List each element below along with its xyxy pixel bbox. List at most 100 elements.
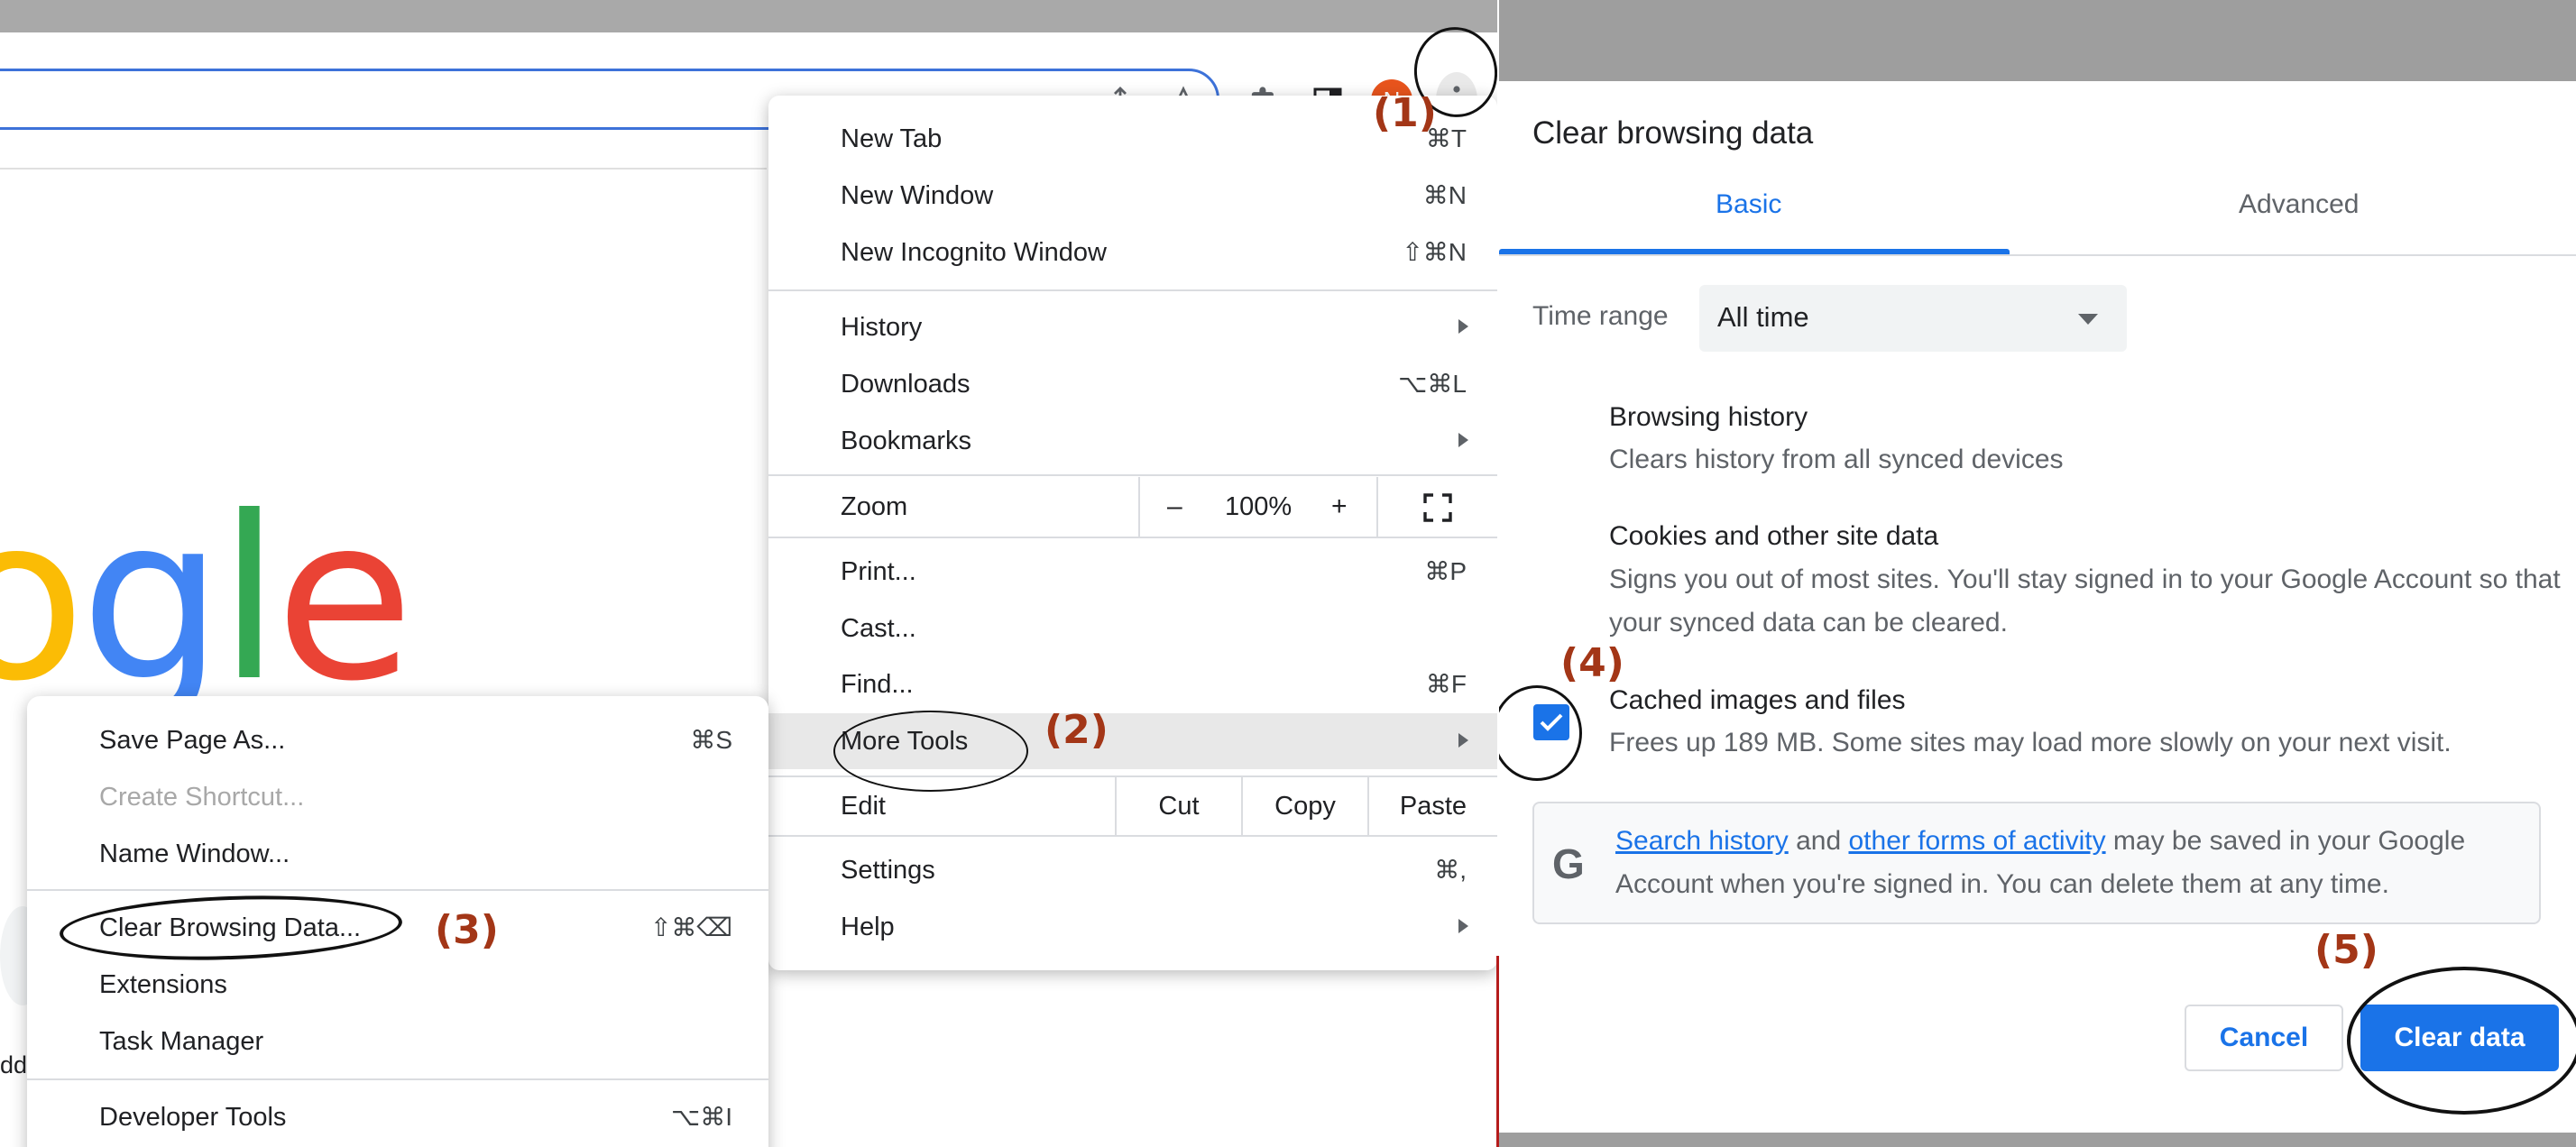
menu-item-label: Print... <box>841 557 916 586</box>
menu-item-label: Help <box>841 913 895 941</box>
submenu-arrow-icon <box>1458 433 1468 447</box>
submenu-item-create-shortcut: Create Shortcut... <box>27 769 768 825</box>
annotation-circle-step2 <box>833 711 1028 792</box>
tab-advanced[interactable]: Advanced <box>2239 189 2359 220</box>
toolbar-divider <box>0 168 767 170</box>
menu-item-shortcut: ⌘F <box>1425 670 1467 698</box>
shortcut-label: dd <box>0 1051 28 1078</box>
menu-separator <box>768 289 1497 291</box>
info-text-part: and <box>1788 826 1849 856</box>
menu-item-cast[interactable]: Cast... <box>768 601 1497 656</box>
submenu-item-extensions[interactable]: Extensions <box>27 957 768 1013</box>
option-browsing-history-desc: Clears history from all synced devices <box>1609 445 2064 474</box>
edit-paste-button[interactable]: Paste <box>1367 777 1497 835</box>
menu-item-shortcut: ⌘, <box>1434 856 1467 884</box>
menu-item-shortcut: ⌥⌘I <box>670 1103 732 1131</box>
search-history-link[interactable]: Search history <box>1615 826 1789 856</box>
dialog-title: Clear browsing data <box>1532 115 1814 151</box>
fullscreen-button[interactable] <box>1376 477 1497 537</box>
logo-letter: o <box>0 468 86 730</box>
other-activity-link[interactable]: other forms of activity <box>1848 826 2105 856</box>
option-cached-desc: Frees up 189 MB. Some sites may load mor… <box>1609 728 2452 757</box>
menu-item-label: Cast... <box>841 614 916 643</box>
annotation-step4: (4) <box>1560 640 1624 686</box>
zoom-out-button[interactable]: – <box>1167 477 1182 537</box>
edit-copy-button[interactable]: Copy <box>1241 777 1367 835</box>
menu-item-new-incognito[interactable]: New Incognito Window ⇧⌘N <box>768 225 1497 280</box>
time-range-value: All time <box>1717 301 1809 333</box>
menu-item-label: Find... <box>841 670 914 699</box>
menu-item-label: Downloads <box>841 370 971 399</box>
menu-item-label: Create Shortcut... <box>99 783 305 812</box>
menu-item-help[interactable]: Help <box>768 899 1497 955</box>
menu-item-history[interactable]: History <box>768 299 1497 355</box>
zoom-controls: – 100% + <box>1138 477 1376 537</box>
submenu-item-name-window[interactable]: Name Window... <box>27 826 768 882</box>
menu-item-label: Bookmarks <box>841 427 972 455</box>
menu-item-label: Extensions <box>99 970 227 999</box>
menu-item-label: Task Manager <box>99 1027 264 1056</box>
menu-separator <box>768 835 1497 837</box>
tab-divider <box>1499 254 2576 256</box>
option-cookies-desc: Signs you out of most sites. You'll stay… <box>1609 564 2561 638</box>
menu-item-label: Zoom <box>841 492 908 521</box>
menu-item-label: Name Window... <box>99 840 290 868</box>
chevron-down-icon <box>2078 314 2098 325</box>
menu-item-label: Developer Tools <box>99 1103 287 1132</box>
zoom-in-button[interactable]: + <box>1331 477 1348 537</box>
menu-separator <box>27 1078 768 1080</box>
menu-item-shortcut: ⇧⌘⌫ <box>649 913 732 941</box>
menu-item-label: Edit <box>841 792 886 821</box>
activity-info-text: Search history and other forms of activi… <box>1615 820 2526 906</box>
edit-cut-button[interactable]: Cut <box>1115 777 1241 835</box>
submenu-item-developer-tools[interactable]: Developer Tools ⌥⌘I <box>27 1089 768 1145</box>
annotation-circle-step5 <box>2347 967 2576 1115</box>
tab-basic[interactable]: Basic <box>1716 189 1781 220</box>
menu-item-shortcut: ⌥⌘L <box>1398 370 1467 398</box>
menu-item-label: History <box>841 313 923 342</box>
menu-item-label: New Window <box>841 181 994 210</box>
menu-item-new-window[interactable]: New Window ⌘N <box>768 168 1497 224</box>
menu-item-shortcut: ⌘N <box>1422 181 1467 209</box>
fullscreen-icon <box>1423 493 1452 522</box>
annotation-step1: (1) <box>1373 90 1437 136</box>
menu-item-shortcut: ⇧⌘N <box>1402 238 1467 266</box>
menu-item-label: New Tab <box>841 124 943 153</box>
annotation-step3: (3) <box>435 907 499 953</box>
google-logo: ogle <box>0 468 414 730</box>
submenu-item-save-page[interactable]: Save Page As... ⌘S <box>27 712 768 768</box>
menu-item-shortcut: ⌘P <box>1424 557 1467 585</box>
option-cookies-title: Cookies and other site data <box>1609 521 1939 551</box>
annotation-circle-step4 <box>1499 685 1582 781</box>
annotation-step2: (2) <box>1044 707 1109 753</box>
menu-item-shortcut: ⌘S <box>690 726 732 754</box>
google-g-icon: G <box>1552 840 1585 887</box>
menu-item-print[interactable]: Print... ⌘P <box>768 544 1497 600</box>
menu-item-zoom: Zoom – 100% + <box>768 477 1497 537</box>
overlay-bottom <box>1499 1133 2576 1147</box>
menu-item-label: New Incognito Window <box>841 238 1107 267</box>
submenu-arrow-icon <box>1458 319 1468 334</box>
menu-separator <box>27 889 768 891</box>
menu-item-bookmarks[interactable]: Bookmarks <box>768 413 1497 469</box>
cancel-button[interactable]: Cancel <box>2185 1005 2343 1071</box>
menu-item-settings[interactable]: Settings ⌘, <box>768 842 1497 898</box>
time-range-label: Time range <box>1532 301 1669 331</box>
overlay-top <box>1499 0 2576 81</box>
chrome-main-menu: New Tab ⌘T New Window ⌘N New Incognito Win… <box>768 96 1497 970</box>
menu-separator <box>768 537 1497 538</box>
menu-item-label: Save Page As... <box>99 726 286 755</box>
submenu-item-task-manager[interactable]: Task Manager <box>27 1014 768 1069</box>
menu-item-downloads[interactable]: Downloads ⌥⌘L <box>768 356 1497 412</box>
submenu-arrow-icon <box>1458 919 1468 933</box>
logo-letter: g <box>79 468 224 730</box>
menu-item-find[interactable]: Find... ⌘F <box>768 656 1497 712</box>
menu-item-edit: Edit Cut Copy Paste <box>768 777 1497 835</box>
menu-separator <box>768 474 1497 476</box>
time-range-select[interactable]: All time <box>1699 285 2127 352</box>
option-browsing-history-title: Browsing history <box>1609 402 1808 432</box>
activity-info-box: G Search history and other forms of acti… <box>1532 802 2541 924</box>
logo-letter: l <box>217 468 281 730</box>
logo-letter: e <box>275 468 414 730</box>
option-cached-title: Cached images and files <box>1609 685 1906 715</box>
